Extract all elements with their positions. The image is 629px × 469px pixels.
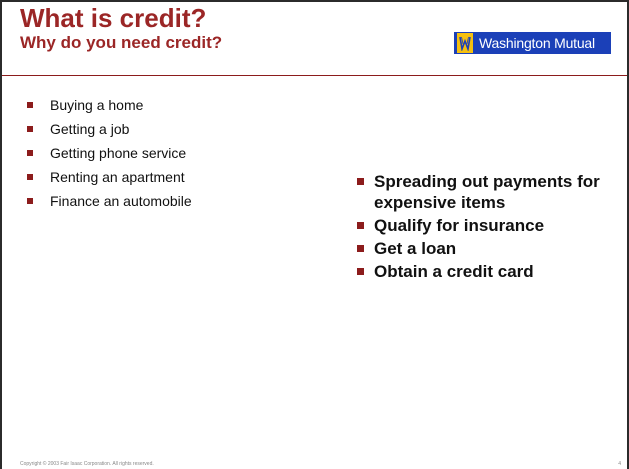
list-item: Finance an automobile bbox=[27, 189, 192, 213]
header-divider bbox=[2, 75, 627, 76]
list-item: Buying a home bbox=[27, 93, 192, 117]
slide-subtitle: Why do you need credit? bbox=[20, 33, 223, 52]
slide-border-left bbox=[0, 0, 2, 469]
square-bullet-icon bbox=[357, 268, 364, 275]
list-item-text: Finance an automobile bbox=[50, 193, 192, 209]
list-item: Getting phone service bbox=[27, 141, 192, 165]
list-item-text: Obtain a credit card bbox=[374, 262, 534, 281]
square-bullet-icon bbox=[27, 174, 33, 180]
list-item: Spreading out payments for expensive ite… bbox=[357, 171, 612, 213]
square-bullet-icon bbox=[357, 178, 364, 185]
list-item: Renting an apartment bbox=[27, 165, 192, 189]
list-item: Getting a job bbox=[27, 117, 192, 141]
washington-mutual-logo: Washington Mutual bbox=[454, 32, 611, 54]
copyright-notice: Copyright © 2003 Fair Isaac Corporation.… bbox=[20, 461, 154, 467]
left-bullet-list: Buying a home Getting a job Getting phon… bbox=[27, 93, 192, 213]
slide: What is credit? Why do you need credit? … bbox=[0, 0, 629, 469]
square-bullet-icon bbox=[357, 222, 364, 229]
logo-emblem-icon bbox=[457, 33, 473, 53]
logo-text: Washington Mutual bbox=[479, 35, 595, 51]
list-item-text: Buying a home bbox=[50, 97, 144, 113]
list-item-text: Getting phone service bbox=[50, 145, 187, 161]
slide-border-top bbox=[0, 0, 629, 2]
slide-title: What is credit? bbox=[20, 3, 207, 33]
square-bullet-icon bbox=[27, 198, 33, 204]
list-item-text: Get a loan bbox=[374, 239, 457, 258]
right-bullet-list: Spreading out payments for expensive ite… bbox=[357, 171, 612, 284]
list-item-text: Spreading out payments for expensive ite… bbox=[374, 172, 600, 212]
square-bullet-icon bbox=[27, 126, 33, 132]
list-item-text: Getting a job bbox=[50, 121, 130, 137]
list-item-text: Qualify for insurance bbox=[374, 216, 545, 235]
square-bullet-icon bbox=[27, 150, 33, 156]
page-number: 4 bbox=[618, 461, 621, 467]
list-item: Qualify for insurance bbox=[357, 215, 612, 236]
square-bullet-icon bbox=[27, 102, 33, 108]
list-item: Get a loan bbox=[357, 238, 612, 259]
list-item: Obtain a credit card bbox=[357, 261, 612, 282]
square-bullet-icon bbox=[357, 245, 364, 252]
list-item-text: Renting an apartment bbox=[50, 169, 185, 185]
